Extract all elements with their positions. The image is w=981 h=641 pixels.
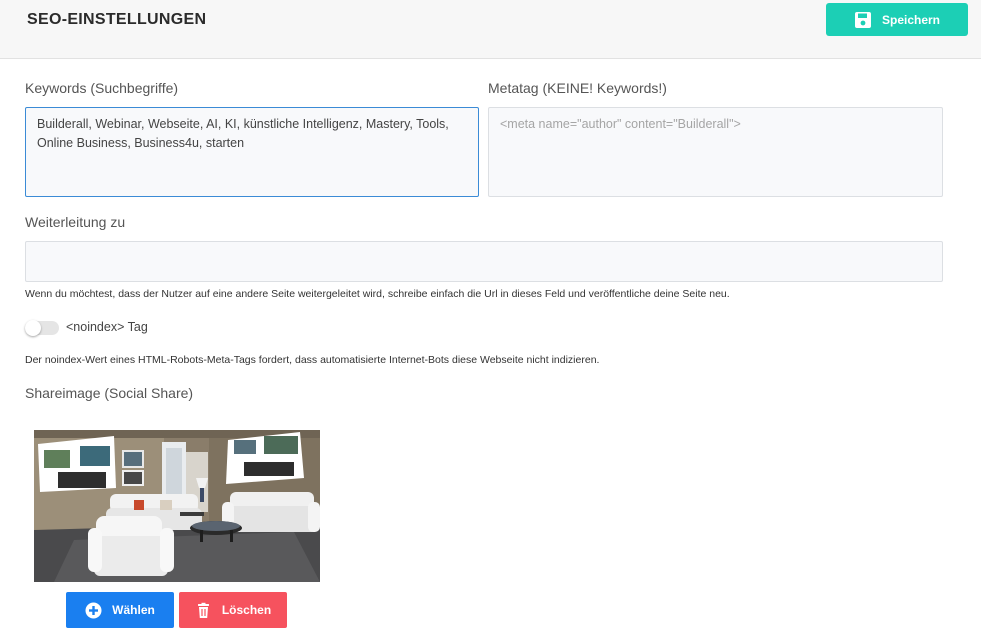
noindex-toggle[interactable] — [25, 320, 59, 336]
redirect-input[interactable] — [25, 241, 943, 282]
delete-image-button[interactable]: Löschen — [179, 592, 287, 628]
metatag-label: Metatag (KEINE! Keywords!) — [488, 80, 667, 96]
page-title: SEO-EINSTELLUNGEN — [27, 11, 207, 28]
page-header: SEO-EINSTELLUNGEN Speichern — [0, 0, 981, 59]
save-button-label: Speichern — [881, 12, 941, 27]
living-room-image — [34, 430, 320, 582]
save-button[interactable]: Speichern — [826, 3, 968, 36]
choose-image-label: Wählen — [112, 603, 155, 617]
shareimage-label: Shareimage (Social Share) — [25, 385, 194, 401]
noindex-label: <noindex> Tag — [66, 320, 148, 334]
metatag-textarea[interactable] — [488, 107, 943, 197]
toggle-knob — [25, 320, 41, 336]
keywords-label: Keywords (Suchbegriffe) — [25, 80, 179, 96]
share-image-preview — [34, 430, 320, 582]
delete-image-label: Löschen — [221, 603, 272, 617]
noindex-hint: Der noindex-Wert eines HTML-Robots-Meta-… — [25, 354, 600, 366]
redirect-hint: Wenn du möchtest, dass der Nutzer auf ei… — [25, 288, 730, 300]
plus-circle-icon — [85, 602, 102, 618]
choose-image-button[interactable]: Wählen — [66, 592, 174, 628]
floppy-disk-icon — [854, 11, 871, 28]
trash-icon — [197, 602, 209, 618]
keywords-textarea[interactable] — [25, 107, 479, 197]
redirect-label: Weiterleitung zu — [25, 214, 126, 230]
